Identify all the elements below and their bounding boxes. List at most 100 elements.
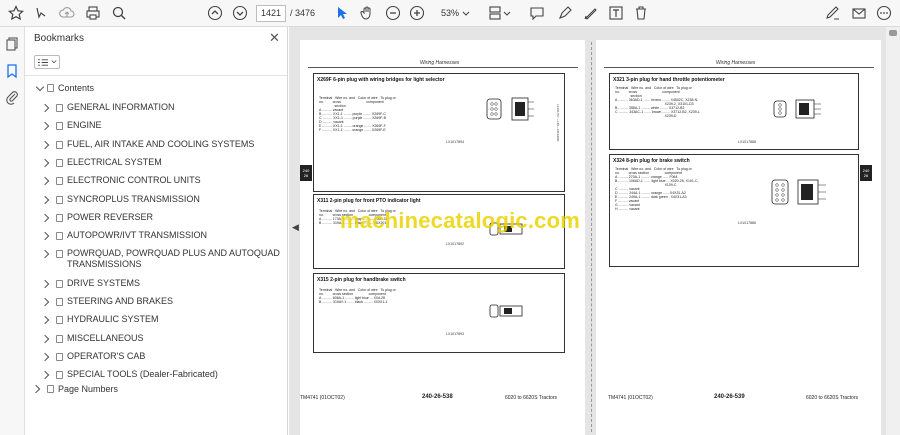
connector-title: X321 3-pin plug for hand throttle potent… <box>613 77 725 83</box>
page-number-label: 240-26-538 <box>422 394 453 400</box>
chevron-right-icon[interactable] <box>40 316 50 325</box>
bookmark-item[interactable]: HYDRAULIC SYSTEM <box>67 314 159 325</box>
text-tool-icon[interactable] <box>607 4 625 22</box>
bookmark-item[interactable]: FUEL, AIR INTAKE AND COOLING SYSTEMS <box>67 139 254 150</box>
pages-icon[interactable] <box>4 36 21 53</box>
bookmark-label: ELECTRONIC CONTROL UNITS <box>67 175 201 186</box>
bookmark-item[interactable]: POWER REVERSER <box>67 212 153 223</box>
toolbar: 1421 / 3476 53% <box>0 0 900 27</box>
chevron-down-icon[interactable] <box>35 82 45 92</box>
bookmark-contents[interactable]: Contents <box>58 83 94 94</box>
page-down-icon[interactable] <box>231 4 249 22</box>
bookmark-options-button[interactable] <box>34 55 60 69</box>
hand-tool-icon[interactable] <box>358 4 376 22</box>
bookmark-item[interactable]: ELECTRONIC CONTROL UNITS <box>67 175 201 186</box>
bookmark-icon <box>56 232 63 241</box>
chevron-right-icon[interactable] <box>31 384 41 394</box>
page-up-icon[interactable] <box>206 4 224 22</box>
bookmark-label: MISCELLANEOUS <box>67 332 144 343</box>
bookmark-item[interactable]: SYNCROPLUS TRANSMISSION <box>67 194 200 205</box>
chevron-right-icon[interactable] <box>40 250 50 259</box>
chevron-right-icon[interactable] <box>40 140 50 149</box>
bookmark-item[interactable]: DRIVE SYSTEMS <box>67 278 140 289</box>
comment-icon[interactable] <box>528 4 546 22</box>
bookmark-item[interactable]: AUTOPOWR/IVT TRANSMISSION <box>67 230 207 241</box>
bookmark-page-numbers[interactable]: Page Numbers <box>58 384 118 395</box>
bookmark-item[interactable]: POWRQUAD, POWRQUAD PLUS AND AUTOQUAD TRAN… <box>67 248 280 270</box>
prev-page-arrow-icon[interactable]: ◀ <box>292 222 299 233</box>
figure-ref: LX1017888 <box>738 140 756 144</box>
bookmark-item[interactable]: STEERING AND BRAKES <box>67 296 173 307</box>
print-icon[interactable] <box>84 4 102 22</box>
zoom-in-icon[interactable] <box>408 4 426 22</box>
highlight-pen-icon[interactable] <box>556 4 574 22</box>
chevron-right-icon[interactable] <box>40 195 50 204</box>
chevron-right-icon[interactable] <box>40 279 50 288</box>
page-footer-left: TM4741 (01OCT02) <box>608 395 653 401</box>
page-number-input[interactable]: 1421 <box>256 5 286 22</box>
bookmark-icon <box>56 298 63 306</box>
page-layout-icon[interactable] <box>486 4 504 22</box>
bookmark-label: POWRQUAD, POWRQUAD PLUS AND AUTOQUAD <box>67 248 280 259</box>
zoom-dropdown-icon[interactable] <box>462 4 470 22</box>
connector-title: X315 2-pin plug for handbrake switch <box>317 277 406 283</box>
search-icon[interactable] <box>110 4 128 22</box>
attachments-icon[interactable] <box>4 89 21 106</box>
bookmark-label: HYDRAULIC SYSTEM <box>67 314 159 325</box>
bookmarks-panel-icon[interactable] <box>4 63 21 80</box>
bookmark-item[interactable]: MISCELLANEOUS <box>67 333 144 344</box>
upload-cloud-icon[interactable] <box>58 4 76 22</box>
bookmark-item[interactable]: OPERATOR'S CAB <box>67 351 145 362</box>
pin-table: Terminal Wire no. and Color of wire To p… <box>615 167 699 211</box>
bookmark-icon <box>56 352 63 361</box>
section-tab-left: 240 26 <box>300 165 312 181</box>
connector-drawing <box>771 179 826 205</box>
layout-dropdown-icon[interactable] <box>503 4 511 22</box>
bookmark-item[interactable]: ENGINE <box>67 120 102 131</box>
bookmark-icon <box>56 213 63 222</box>
bookmark-icon <box>56 371 63 380</box>
zoom-level[interactable]: 53% <box>441 5 481 22</box>
bookmark-icon <box>56 140 63 149</box>
connector-box-x324: X324 8-pin plug for brake switch Termina… <box>609 154 859 267</box>
close-icon[interactable]: ✕ <box>269 30 280 46</box>
chevron-right-icon[interactable] <box>40 231 50 241</box>
select-cursor-icon[interactable] <box>333 4 351 22</box>
chevron-right-icon[interactable] <box>40 297 50 307</box>
more-options-icon[interactable] <box>875 4 893 22</box>
chevron-right-icon[interactable] <box>40 370 50 380</box>
chevron-right-icon[interactable] <box>40 158 50 168</box>
bookmark-icon <box>56 316 63 325</box>
email-icon[interactable] <box>850 4 868 22</box>
chevron-right-icon[interactable] <box>40 334 50 343</box>
scrollbar-thumb[interactable] <box>889 30 897 36</box>
chevron-right-icon[interactable] <box>40 352 50 362</box>
pin-table: Terminal Wire no. and Color of wire To p… <box>319 288 396 304</box>
bookmark-add-icon[interactable] <box>33 4 51 22</box>
bookmark-label: SPECIAL TOOLS (Dealer-Fabricated) <box>67 369 218 380</box>
sign-icon[interactable] <box>824 4 842 22</box>
draw-icon[interactable] <box>582 4 600 22</box>
page-header: Wiring Harnesses <box>716 60 756 66</box>
bookmark-item[interactable]: GENERAL INFORMATION <box>67 102 175 113</box>
chevron-right-icon[interactable] <box>40 103 50 113</box>
bookmark-item[interactable]: ELECTRICAL SYSTEM <box>67 157 162 168</box>
scrollbar[interactable] <box>886 27 900 435</box>
page-number-label: 240-26-539 <box>714 394 745 400</box>
zoom-out-icon[interactable] <box>384 4 402 22</box>
bookmark-icon <box>56 104 63 112</box>
side-code: LX101787 —UN—16FEB00 <box>556 104 560 142</box>
star-icon[interactable] <box>7 4 25 22</box>
bookmark-label: STEERING AND BRAKES <box>67 296 174 306</box>
delete-icon[interactable] <box>632 4 650 22</box>
bookmark-item[interactable]: SPECIAL TOOLS (Dealer-Fabricated) <box>67 369 218 380</box>
pin-table: Terminal Wire no. and Color of wire To p… <box>615 86 700 118</box>
pin-table: Terminal Wire no. and Color of wire To p… <box>319 96 396 132</box>
connector-box-x315: X315 2-pin plug for handbrake switch Ter… <box>313 273 565 353</box>
figure-ref: LX1017886 <box>738 221 756 225</box>
connector-box-x269f: X269F 6-pin plug with wiring bridges for… <box>313 73 565 192</box>
chevron-right-icon[interactable] <box>40 176 50 186</box>
connector-drawing <box>486 97 534 121</box>
chevron-right-icon[interactable] <box>40 122 50 131</box>
chevron-right-icon[interactable] <box>40 213 50 223</box>
